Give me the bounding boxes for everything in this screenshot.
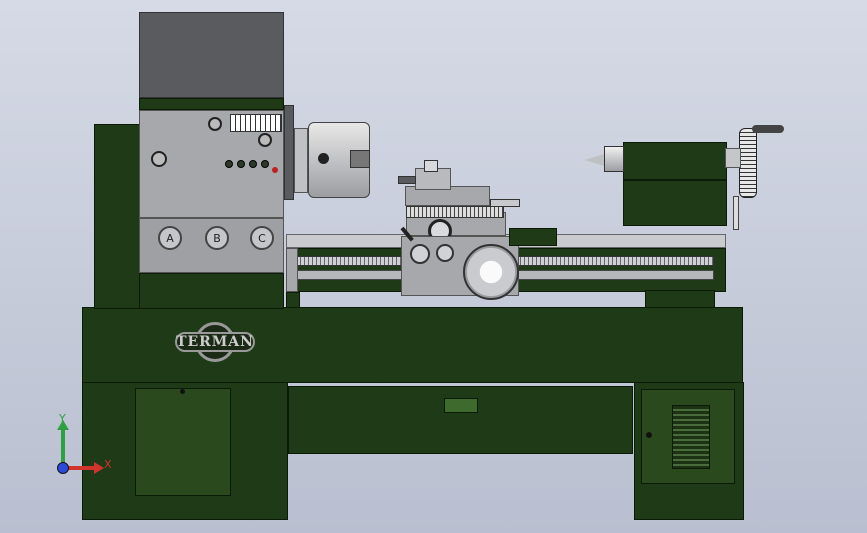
apron-handwheel[interactable]: [463, 244, 519, 300]
left-cabinet-door[interactable]: [135, 388, 231, 496]
bed-end-bracket: [286, 248, 298, 292]
indicator-light-1[interactable]: [225, 160, 233, 168]
headstock-column: [94, 124, 141, 309]
indicator-light-2[interactable]: [237, 160, 245, 168]
tool-holder: [398, 176, 416, 184]
bed-leg-left: [286, 292, 300, 308]
vent-grille: [672, 405, 710, 469]
tool-post-handle[interactable]: [424, 160, 438, 172]
chuck-key-socket[interactable]: [318, 153, 329, 164]
cabinet-lock[interactable]: [646, 432, 652, 438]
gear-lever-knob[interactable]: [258, 133, 272, 147]
x-axis-label: X: [104, 458, 112, 471]
tailstock-quill[interactable]: [604, 146, 624, 172]
indicator-light-3[interactable]: [249, 160, 257, 168]
indicator-light-4[interactable]: [261, 160, 269, 168]
selector-dial-b[interactable]: B: [205, 226, 229, 250]
apron-knob-2[interactable]: [436, 244, 454, 262]
spindle-nose: [294, 128, 308, 193]
cross-slide[interactable]: [406, 206, 504, 218]
brand-emblem: TERMAN: [175, 322, 255, 362]
z-axis-dot: [57, 462, 69, 474]
headstock-stripe: [139, 98, 284, 110]
tailstock-center-point: [584, 154, 604, 166]
apron-knob-1[interactable]: [410, 244, 430, 264]
tailstock-hub: [725, 148, 741, 168]
drawer-handle[interactable]: [444, 398, 478, 413]
y-axis-label: Y: [59, 412, 66, 425]
headstock-foot: [139, 273, 284, 309]
selector-dial-c[interactable]: C: [250, 226, 274, 250]
bed-leg-right: [645, 290, 715, 308]
tailstock-lock-lever[interactable]: [733, 196, 739, 230]
chuck-jaw: [350, 150, 370, 168]
left-door-lock[interactable]: [180, 389, 185, 394]
carriage-lock-block[interactable]: [509, 228, 557, 246]
speed-lever-knob[interactable]: [208, 117, 222, 131]
brand-label: TERMAN: [175, 332, 255, 352]
tailstock-body: [623, 142, 727, 180]
x-arrow-head: [94, 462, 104, 474]
spindle-flange: [284, 105, 294, 200]
tailstock-handwheel[interactable]: [739, 128, 757, 198]
tailstock-base: [623, 180, 727, 226]
feed-lever-knob[interactable]: [151, 151, 167, 167]
selector-dial-a[interactable]: A: [158, 226, 182, 250]
stop-button[interactable]: [272, 167, 278, 173]
headstock-top-cover: [139, 12, 284, 98]
coordinate-triad: Y X: [50, 412, 120, 480]
center-drawer-panel: [288, 386, 633, 454]
speed-chart: [230, 114, 282, 132]
handwheel-crank-handle[interactable]: [752, 125, 784, 133]
compound-handle[interactable]: [490, 199, 520, 207]
